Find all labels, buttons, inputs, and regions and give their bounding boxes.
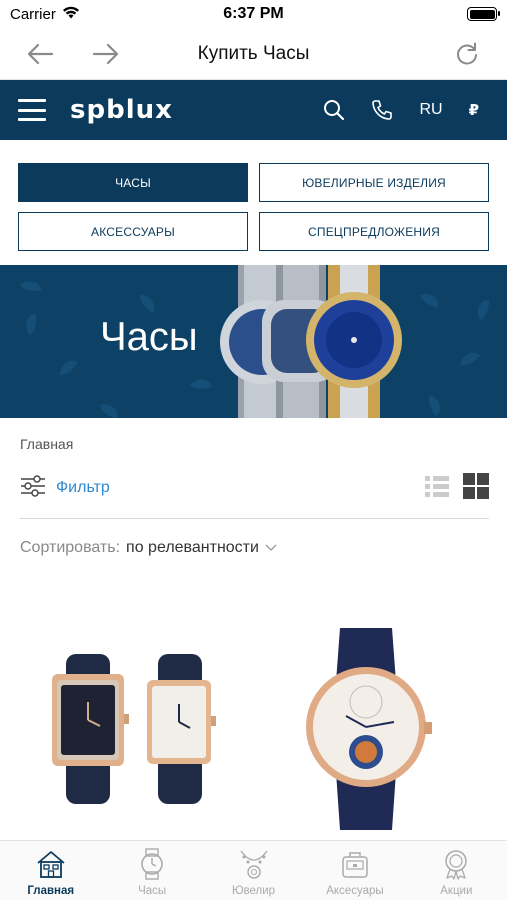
status-bar: Carrier 6:37 PM (0, 0, 507, 28)
page-title: Купить Часы (197, 42, 310, 64)
sort-selector[interactable]: Сортировать: по релевантности (20, 539, 277, 557)
logo[interactable]: spblux (70, 95, 173, 125)
watch-icon (135, 847, 169, 881)
phone-icon[interactable] (371, 98, 393, 122)
category-watches-button[interactable]: ЧАСЫ (18, 163, 248, 202)
tab-promotions[interactable]: Акции (406, 841, 507, 900)
badge-icon (439, 847, 473, 881)
tab-label: Ювелир (231, 885, 276, 897)
battery-level (469, 9, 495, 19)
search-icon[interactable] (323, 98, 345, 122)
jewelry-icon (237, 847, 271, 881)
sort-label: Сортировать: (20, 539, 121, 556)
menu-icon[interactable] (18, 99, 46, 121)
category-grid: ЧАСЫ ЮВЕЛИРНЫЕ ИЗДЕЛИЯ АКСЕССУАРЫ СПЕЦПР… (18, 163, 489, 251)
banner-background (0, 265, 507, 418)
tab-label: Часы (138, 885, 167, 897)
category-special-offers-button[interactable]: СПЕЦПРЕДЛОЖЕНИЯ (259, 212, 489, 251)
site-header: spblux RU ₽ (0, 80, 507, 140)
status-time: 6:37 PM (223, 5, 284, 22)
currency-selector[interactable]: ₽ (469, 98, 479, 122)
home-icon (34, 847, 68, 881)
chevron-down-icon[interactable] (265, 539, 277, 557)
tab-label: Аксесуары (326, 885, 384, 897)
tab-home[interactable]: Главная (0, 841, 101, 900)
sort-value[interactable]: по релевантности (126, 539, 259, 557)
tab-accessories[interactable]: Аксесуары (304, 841, 405, 900)
product-card[interactable] (30, 640, 230, 830)
grid-view-icon[interactable] (463, 472, 489, 504)
banner-title: Часы (100, 315, 198, 359)
divider (20, 518, 489, 519)
filter-row: Фильтр (20, 468, 489, 508)
category-accessories-button[interactable]: АКСЕССУАРЫ (18, 212, 248, 251)
product-card[interactable] (290, 622, 450, 834)
tab-watches[interactable]: Часы (101, 841, 202, 900)
category-jewelry-button[interactable]: ЮВЕЛИРНЫЕ ИЗДЕЛИЯ (259, 163, 489, 202)
battery-icon (467, 7, 500, 21)
product-image (306, 628, 432, 830)
tab-jewelry[interactable]: Ювелир (203, 841, 304, 900)
filter-button[interactable]: Фильтр (56, 479, 110, 497)
filter-icon[interactable] (20, 473, 46, 504)
product-image (52, 654, 216, 804)
category-banner: Часы (0, 265, 507, 418)
language-selector[interactable]: RU (419, 98, 442, 122)
reload-icon[interactable] (449, 36, 485, 72)
tab-label: Акции (440, 885, 473, 897)
back-arrow-icon[interactable] (22, 36, 58, 72)
tab-label: Главная (27, 885, 75, 897)
forward-arrow-icon[interactable] (88, 36, 124, 72)
carrier-label: Carrier (10, 5, 56, 23)
wifi-icon (62, 6, 80, 23)
browser-nav-bar: Купить Часы (0, 28, 507, 80)
tab-bar: Главная Часы Ювелир Аксесуары Акции (0, 840, 507, 900)
list-view-icon[interactable] (425, 474, 449, 503)
bag-icon (338, 847, 372, 881)
breadcrumb[interactable]: Главная (20, 436, 73, 452)
